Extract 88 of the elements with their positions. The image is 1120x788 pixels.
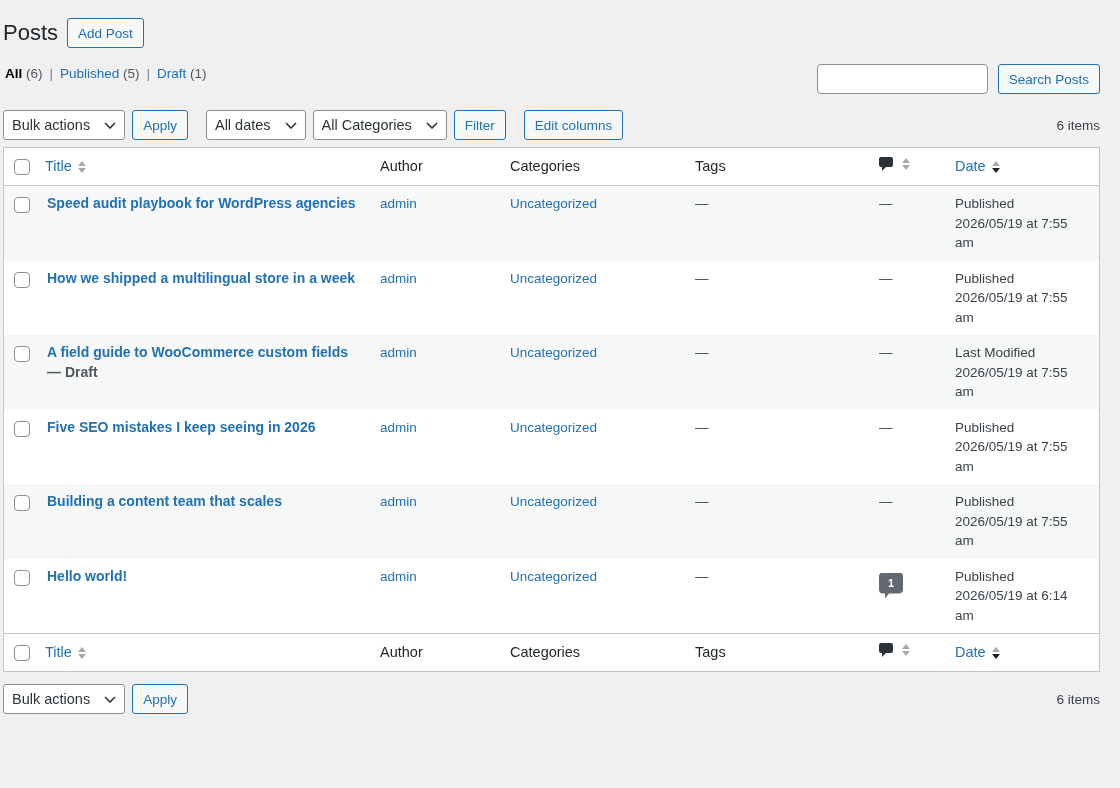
search-posts-button[interactable]: Search Posts xyxy=(997,64,1100,94)
author-link[interactable]: admin xyxy=(380,196,417,211)
chevron-down-icon xyxy=(425,121,438,129)
row-checkbox[interactable] xyxy=(14,271,30,288)
post-state-label: — Draft xyxy=(47,362,98,382)
category-link[interactable]: Uncategorized xyxy=(510,345,598,360)
date-value: 2026/05/19 at 7:55 am xyxy=(955,289,1069,327)
author-link[interactable]: admin xyxy=(380,494,417,509)
view-filter-link[interactable]: All (6) xyxy=(5,64,43,84)
select-all-checkbox[interactable] xyxy=(14,158,30,175)
tags-value: — xyxy=(695,494,709,509)
category-link[interactable]: Uncategorized xyxy=(510,419,598,435)
comment-count-bubble[interactable]: 1 xyxy=(879,572,903,599)
tags-value: — xyxy=(695,196,709,211)
post-title-link[interactable]: Hello world! xyxy=(47,567,128,584)
no-comments-dash: — xyxy=(879,419,893,435)
post-title-link[interactable]: A field guide to WooCommerce custom fields xyxy=(47,344,349,360)
no-comments-dash: — xyxy=(879,196,893,211)
view-separator: | xyxy=(49,65,54,83)
post-title-link[interactable]: Speed audit playbook for WordPress agencies xyxy=(47,195,356,211)
date-value: 2026/05/19 at 7:55 am xyxy=(955,512,1069,550)
date-status: Published xyxy=(955,269,1015,288)
row-checkbox[interactable] xyxy=(14,569,30,586)
column-sort-link[interactable]: Title xyxy=(45,156,86,177)
date-filter-dropdown[interactable]: All dates xyxy=(205,110,306,140)
date-status: Last Modified xyxy=(955,344,1036,362)
category-link[interactable]: Uncategorized xyxy=(510,494,598,509)
no-comments-dash: — xyxy=(879,345,893,360)
edit-columns-button[interactable]: Edit columns xyxy=(523,110,624,140)
column-header: Author xyxy=(380,158,423,174)
no-comments-dash: — xyxy=(879,494,893,509)
column-sort-link[interactable]: Title xyxy=(45,642,86,663)
comments-sort-link[interactable] xyxy=(879,643,910,657)
view-filter-link[interactable]: Draft (1) xyxy=(157,64,207,84)
post-title-link[interactable]: Building a content team that scales xyxy=(47,493,282,509)
author-link[interactable]: admin xyxy=(380,419,417,435)
tags-value: — xyxy=(695,419,709,435)
column-sort-link[interactable]: Date xyxy=(955,156,1000,177)
apply-button[interactable]: Apply xyxy=(132,684,188,714)
row-checkbox[interactable] xyxy=(14,420,30,437)
chevron-down-icon xyxy=(104,121,117,129)
column-header: Author xyxy=(380,644,423,660)
row-checkbox[interactable] xyxy=(14,197,30,213)
comment-icon xyxy=(879,643,893,657)
select-all-checkbox[interactable] xyxy=(14,644,30,661)
column-header: Categories xyxy=(510,158,581,174)
item-count: 6 items xyxy=(1056,117,1100,133)
column-header: Tags xyxy=(695,158,726,174)
date-value: 2026/05/19 at 7:55 am xyxy=(955,438,1069,476)
post-title-link[interactable]: Five SEO mistakes I keep seeing in 2026 xyxy=(47,418,316,435)
date-status: Published xyxy=(955,567,1015,586)
chevron-down-icon xyxy=(104,695,117,703)
date-value: 2026/05/19 at 7:55 am xyxy=(955,363,1069,401)
filter-button[interactable]: Filter xyxy=(453,110,506,140)
bulk-actions-dropdown[interactable]: Bulk actions xyxy=(3,684,126,714)
view-separator: | xyxy=(146,65,151,83)
item-count: 6 items xyxy=(1056,691,1100,707)
column-header: Tags xyxy=(695,644,726,660)
tags-value: — xyxy=(695,345,709,360)
add-post-button[interactable]: Add Post xyxy=(67,18,144,48)
comment-icon xyxy=(879,157,893,171)
category-filter-dropdown[interactable]: All Categories xyxy=(312,110,447,140)
date-value: 2026/05/19 at 7:55 am xyxy=(955,214,1069,252)
tags-value: — xyxy=(695,568,709,584)
category-link[interactable]: Uncategorized xyxy=(510,196,598,211)
post-title-link[interactable]: How we shipped a multilingual store in a week xyxy=(47,269,356,286)
date-status: Published xyxy=(955,195,1015,213)
row-checkbox[interactable] xyxy=(14,346,30,362)
comments-sort-link[interactable] xyxy=(879,157,910,171)
category-link[interactable]: Uncategorized xyxy=(510,270,598,286)
apply-button[interactable]: Apply xyxy=(132,110,188,140)
tags-value: — xyxy=(695,270,709,286)
column-header: Categories xyxy=(510,644,581,660)
bulk-actions-dropdown[interactable]: Bulk actions xyxy=(3,110,126,140)
page-title: Posts xyxy=(3,19,59,47)
category-link[interactable]: Uncategorized xyxy=(510,568,598,584)
view-filter-link[interactable]: Published (5) xyxy=(60,64,140,84)
date-status: Published xyxy=(955,493,1015,511)
date-value: 2026/05/19 at 6:14 am xyxy=(955,587,1069,625)
row-checkbox[interactable] xyxy=(14,495,30,511)
search-field[interactable] xyxy=(816,64,988,94)
chevron-down-icon xyxy=(284,121,297,129)
column-sort-link[interactable]: Date xyxy=(955,642,1000,663)
date-status: Published xyxy=(955,418,1015,437)
no-comments-dash: — xyxy=(879,270,893,286)
author-link[interactable]: admin xyxy=(380,568,417,584)
author-link[interactable]: admin xyxy=(380,345,417,360)
author-link[interactable]: admin xyxy=(380,270,417,286)
